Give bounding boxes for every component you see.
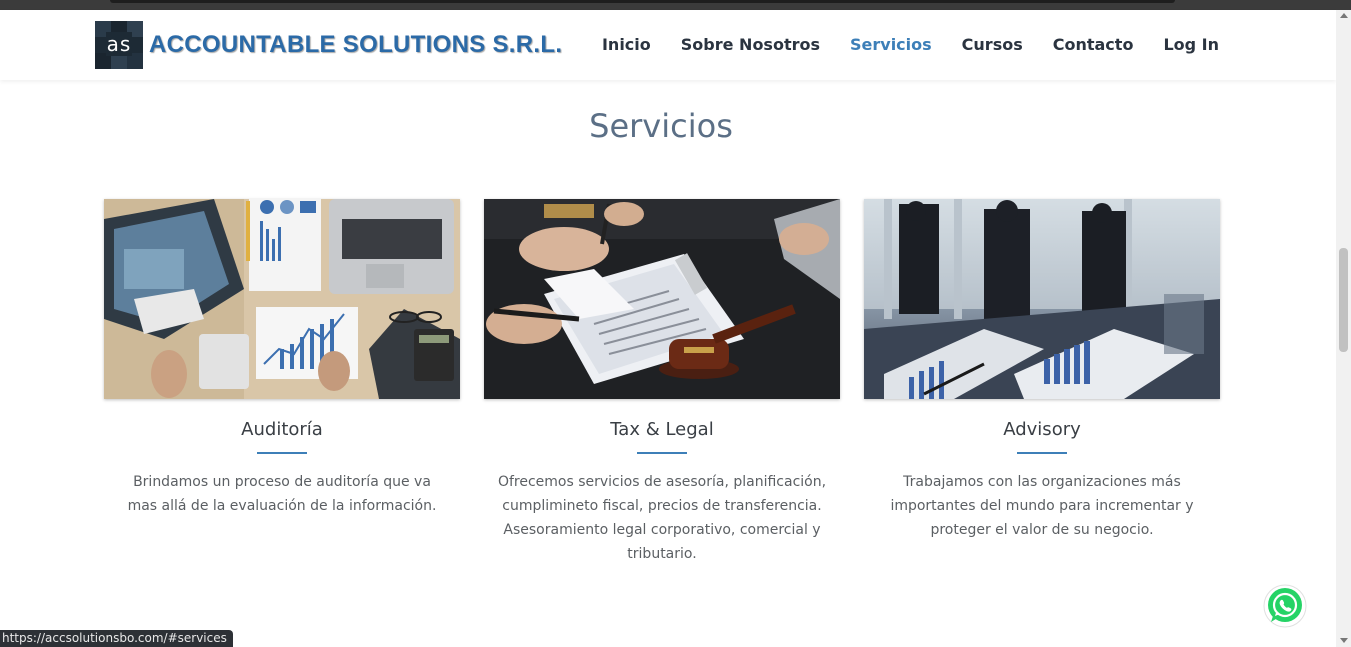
nav-contacto[interactable]: Contacto [1053, 35, 1134, 54]
title-underline [1017, 452, 1067, 454]
nav-sobre-nosotros[interactable]: Sobre Nosotros [681, 35, 820, 54]
whatsapp-logo [1263, 584, 1307, 628]
analytics-desk-image [104, 199, 460, 399]
service-card-auditoria: Auditoría Brindamos un proceso de audito… [104, 199, 460, 518]
nav-servicios[interactable]: Servicios [850, 35, 932, 54]
title-underline [257, 452, 307, 454]
main-nav: Inicio Sobre Nosotros Servicios Cursos C… [602, 35, 1219, 54]
business-meeting-image [864, 199, 1220, 399]
service-image-tax-legal[interactable] [484, 199, 840, 399]
logo-text: as [105, 32, 133, 56]
title-underline [637, 452, 687, 454]
browser-top-strip-edge [110, 0, 1175, 3]
service-description-advisory: Trabajamos con las organizaciones más im… [890, 474, 1194, 538]
service-title-auditoria: Auditoría [241, 419, 323, 440]
service-description-tax-legal: Ofrecemos servicios de asesoría, planifi… [497, 474, 827, 562]
page-scrollbar[interactable] [1336, 10, 1351, 647]
whatsapp-icon[interactable] [1263, 584, 1307, 628]
service-card-advisory: Advisory Trabajamos con las organizacion… [864, 199, 1220, 542]
nav-cursos[interactable]: Cursos [962, 35, 1023, 54]
nav-inicio[interactable]: Inicio [602, 35, 651, 54]
service-title-advisory: Advisory [1003, 419, 1081, 440]
legal-document-image [484, 199, 840, 399]
section-title: Servicios [589, 107, 733, 145]
brand-name[interactable]: ACCOUNTABLE SOLUTIONS S.R.L. [149, 31, 562, 59]
link-status-bar: https://accsolutionsbo.com/#services [0, 630, 233, 647]
site-header: as ACCOUNTABLE SOLUTIONS S.R.L. Inicio S… [0, 10, 1336, 80]
service-card-tax-legal: Tax & Legal Ofrecemos servicios de aseso… [484, 199, 840, 566]
scroll-up-arrow-icon[interactable] [1340, 13, 1348, 18]
scroll-down-arrow-icon[interactable] [1340, 638, 1348, 643]
service-description-auditoria: Brindamos un proceso de auditoría que va… [127, 474, 437, 514]
service-title-tax-legal: Tax & Legal [610, 419, 714, 440]
logo-icon[interactable]: as [95, 21, 143, 69]
browser-top-strip [0, 0, 1351, 10]
scrollbar-thumb[interactable] [1339, 248, 1348, 352]
service-image-advisory[interactable] [864, 199, 1220, 399]
nav-log-in[interactable]: Log In [1163, 35, 1219, 54]
service-image-auditoria[interactable] [104, 199, 460, 399]
